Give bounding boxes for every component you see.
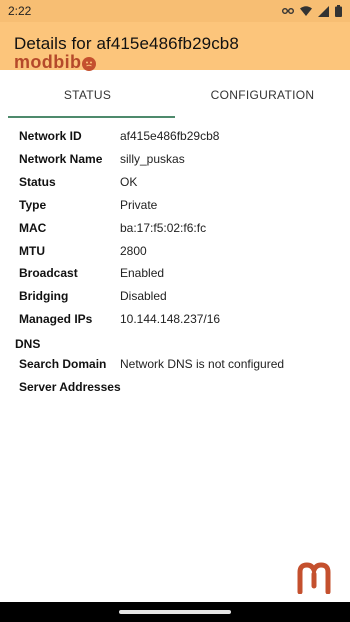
system-navigation-bar [0, 602, 350, 622]
detail-label: Search Domain [19, 357, 107, 371]
status-icons [282, 5, 342, 17]
vpn-key-icon [282, 7, 294, 15]
detail-row-mtu: MTU 2800 [0, 241, 350, 261]
detail-label: MTU [19, 244, 45, 258]
detail-label: Type [19, 198, 47, 212]
detail-row-broadcast: Broadcast Enabled [0, 263, 350, 283]
detail-row-server-addresses: Server Addresses [0, 377, 350, 397]
detail-label: Network Name [19, 152, 103, 166]
home-gesture-handle[interactable] [119, 610, 231, 614]
detail-value: Network DNS is not configured [120, 357, 285, 371]
detail-row-status: Status OK [0, 172, 350, 192]
app-bar: Details for af415e486fb29cb8 modbib [0, 22, 350, 72]
detail-value: ba:17:f5:02:f6:fc [120, 221, 207, 235]
detail-value: af415e486fb29cb8 [120, 129, 220, 143]
detail-value: Private [120, 198, 158, 212]
detail-row-type: Type Private [0, 195, 350, 215]
status-bar: 2:22 [0, 0, 350, 22]
tab-status[interactable]: STATUS [0, 70, 175, 120]
tab-configuration[interactable]: CONFIGURATION [175, 70, 350, 120]
detail-row-network-name: Network Name silly_puskas [0, 149, 350, 169]
detail-label: MAC [19, 221, 47, 235]
logo-face-icon [82, 56, 97, 71]
status-time: 2:22 [8, 4, 32, 18]
detail-row-bridging: Bridging Disabled [0, 286, 350, 306]
detail-label: Status [19, 175, 56, 189]
wifi-icon [300, 6, 312, 16]
detail-label: Server Addresses [19, 380, 121, 394]
battery-icon [335, 5, 342, 17]
detail-value: 2800 [120, 244, 147, 258]
detail-value: Disabled [120, 289, 167, 303]
detail-row-managed-ips: Managed IPs 10.144.148.237/16 [0, 309, 350, 329]
detail-label: Managed IPs [19, 312, 93, 326]
detail-label: Bridging [19, 289, 69, 303]
detail-value: Enabled [120, 266, 165, 280]
dns-section-heading: DNS [15, 337, 41, 351]
signal-icon [318, 5, 329, 17]
detail-label: Broadcast [19, 266, 78, 280]
tab-bar: STATUS CONFIGURATION [0, 70, 350, 120]
detail-label: Network ID [19, 129, 82, 143]
detail-row-search-domain: Search Domain Network DNS is not configu… [0, 354, 350, 374]
page-title: Details for af415e486fb29cb8 [14, 34, 239, 53]
detail-row-network-id: Network ID af415e486fb29cb8 [0, 126, 350, 146]
detail-value: 10.144.148.237/16 [120, 312, 221, 326]
detail-value: silly_puskas [120, 152, 185, 166]
detail-value: OK [120, 175, 138, 189]
detail-row-mac: MAC ba:17:f5:02:f6:fc [0, 218, 350, 238]
modbibo-m-logo-icon [296, 562, 332, 595]
